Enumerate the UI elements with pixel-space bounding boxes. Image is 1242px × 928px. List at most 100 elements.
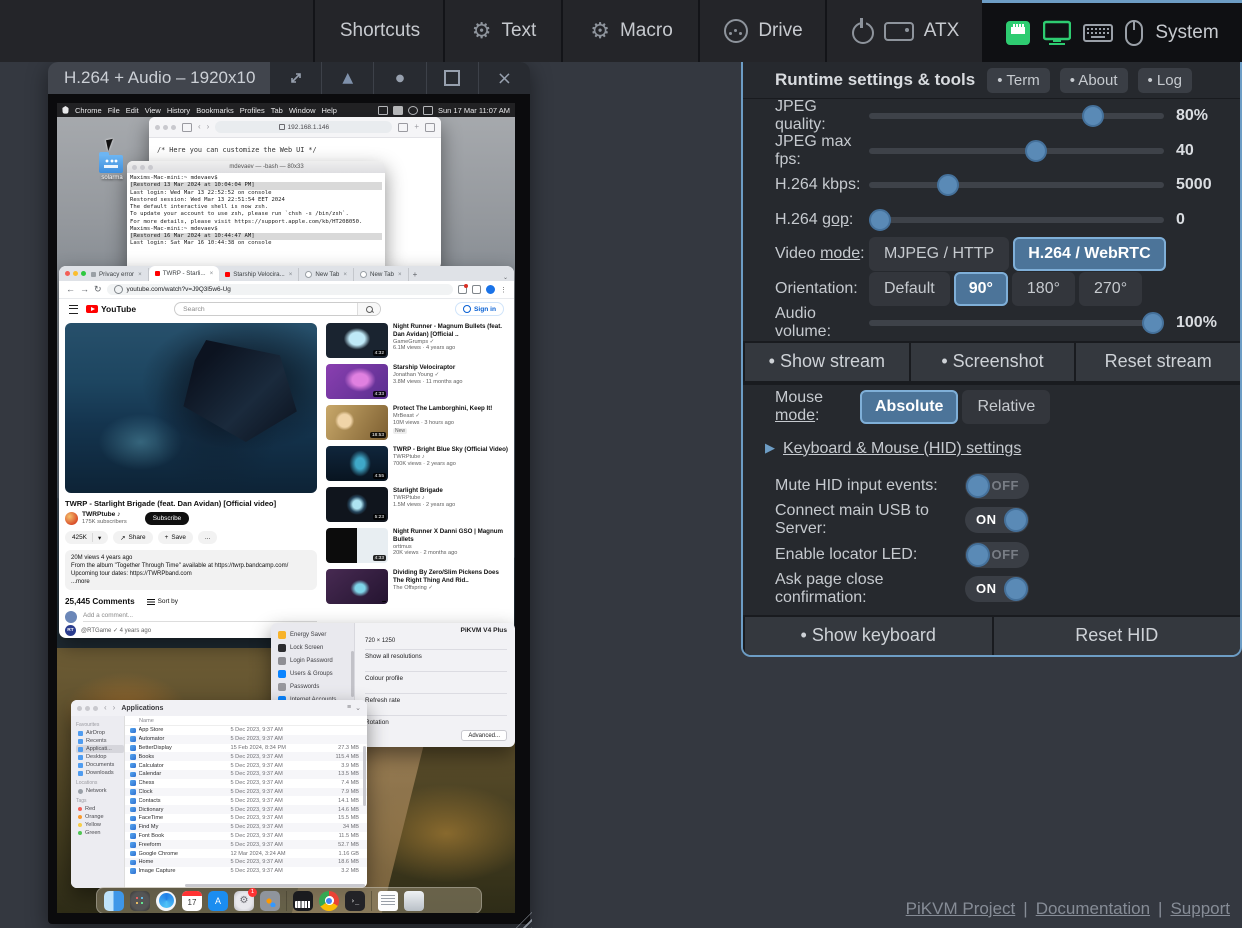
stream-close-button[interactable]: × <box>478 62 530 94</box>
orientation-option[interactable]: Default <box>869 272 950 306</box>
stream-action-button[interactable]: • Show stream <box>743 343 909 381</box>
youtube-comments-header: 25,445 Comments Sort by <box>65 597 178 606</box>
orientation-option[interactable]: 90° <box>954 272 1008 306</box>
forward-icon: → <box>80 285 89 294</box>
stream-action-button[interactable]: Reset stream <box>1074 343 1240 381</box>
slider-knob[interactable] <box>869 209 891 231</box>
commenter-meta: @RTGame ✓ 4 years ago <box>81 627 151 634</box>
menu-atx[interactable]: ATX <box>825 0 984 62</box>
menubar-menu-item: Bookmarks <box>196 106 234 115</box>
panel-header-buttons: • Term • About • Log <box>987 68 1192 93</box>
orientation-option[interactable]: 270° <box>1079 272 1142 306</box>
toggle-knob <box>966 543 990 567</box>
back-icon: ‹ <box>104 704 107 712</box>
orientation-option[interactable]: 180° <box>1012 272 1075 306</box>
video-duration: 18:53 <box>370 432 386 438</box>
audio-volume-knob[interactable] <box>1142 312 1164 334</box>
first-comment: RT @RTGame ✓ 4 years ago <box>65 625 151 636</box>
settings-sidebar-item: Energy Saver <box>271 628 354 641</box>
finder-sidebar-item: Network <box>76 787 124 795</box>
toggle-switch[interactable]: ON <box>965 507 1029 533</box>
atx-case-icon <box>884 22 914 41</box>
menu-system[interactable]: System <box>982 0 1242 62</box>
menubar-menu-item: Chrome <box>75 106 102 115</box>
stream-window-title[interactable]: H.264 + Audio – 1920x10 <box>48 62 270 94</box>
mouse-mode-option[interactable]: Absolute <box>860 390 958 424</box>
network-icon <box>78 789 83 794</box>
chrome-tab: TWRP - Starli... × <box>149 266 219 281</box>
finder-sidebar-item: Downloads <box>76 769 124 777</box>
remote-video-stream[interactable]: ChromeFileEditViewHistoryBookmarksProfil… <box>57 103 515 913</box>
stream-minimize-button[interactable]: ● <box>373 62 425 94</box>
video-mode-option[interactable]: H.264 / WebRTC <box>1013 237 1165 271</box>
finder-tag-item: Yellow <box>76 821 124 829</box>
menu-shortcuts[interactable]: Shortcuts <box>313 0 445 62</box>
channel-name: TWRPtube ♪ <box>82 511 127 519</box>
top-menu-bar: Shortcuts ⚙ Text ⚙ Macro Drive ATX <box>0 0 1242 62</box>
menu-drive[interactable]: Drive <box>698 0 827 62</box>
slider-track[interactable] <box>869 148 1164 154</box>
finder-file-row: Clock 5 Dec 2023, 9:37 AM 7.9 MB <box>125 788 367 797</box>
tab-favicon <box>360 271 367 278</box>
reload-icon: ↻ <box>94 285 102 294</box>
finder-file-row: Books 5 Dec 2023, 9:37 AM 115.4 MB <box>125 752 367 761</box>
video-duration: 4:55 <box>373 473 386 479</box>
toggle-switch[interactable]: ON <box>965 576 1029 602</box>
panel-header-chip-button[interactable]: • Log <box>1138 68 1192 93</box>
hid-action-button[interactable]: • Show keyboard <box>743 617 992 655</box>
pikvm-project-link[interactable]: PiKVM Project <box>906 899 1016 918</box>
new-badge: New <box>393 428 407 434</box>
youtube-description: 20M views 4 years agoFrom the album "Tog… <box>65 550 317 590</box>
terminal-line: Last login: Wed Mar 13 22:52:52 on conso… <box>130 190 382 197</box>
video-channel: TWRPtube ♪ <box>393 454 508 461</box>
support-link[interactable]: Support <box>1170 899 1230 918</box>
forward-icon: › <box>113 704 116 712</box>
stream-raise-button[interactable]: ▲ <box>321 62 373 94</box>
settings-item-icon <box>278 683 286 691</box>
stream-fullscreen-button[interactable] <box>270 62 321 94</box>
hid-action-button[interactable]: Reset HID <box>992 617 1241 655</box>
toggle-switch[interactable]: OFF <box>965 473 1029 499</box>
slider-track[interactable] <box>869 113 1164 119</box>
video-title: Night Runner X Danni GSO | Magnum Bullet… <box>393 528 510 544</box>
hid-settings-link[interactable]: Keyboard & Mouse (HID) settings <box>783 440 1021 458</box>
orange-tag-icon <box>78 815 82 819</box>
video-mode-option[interactable]: MJPEG / HTTP <box>869 237 1009 271</box>
documentation-link[interactable]: Documentation <box>1036 899 1150 918</box>
power-icon <box>852 22 874 44</box>
input-source-icon <box>393 106 403 115</box>
settings-row: Colour profile <box>365 671 507 682</box>
toggle-switch[interactable]: OFF <box>965 542 1029 568</box>
midi-keyboard-dock-icon <box>293 891 313 911</box>
mouse-mode-option[interactable]: Relative <box>962 390 1050 424</box>
menubar-clock: Sun 17 Mar 11:07 AM <box>438 106 510 115</box>
slider-knob[interactable] <box>1082 105 1104 127</box>
youtube-search-box: Search <box>174 302 381 316</box>
audio-volume-track[interactable] <box>869 320 1164 326</box>
launchpad-dock-icon <box>130 891 150 911</box>
app-icon <box>130 798 136 804</box>
menu-macro[interactable]: ⚙ Macro <box>561 0 700 62</box>
stream-maximize-button[interactable] <box>426 62 478 94</box>
slider-track[interactable] <box>869 217 1164 223</box>
menubar-menu-item: Help <box>322 106 337 115</box>
finder-list-header: Name <box>125 716 367 726</box>
slider-knob[interactable] <box>1025 140 1047 162</box>
finder-sidebar-item: Documents <box>76 761 124 769</box>
slider-knob[interactable] <box>937 174 959 196</box>
settings-scrollbar <box>351 651 354 697</box>
settings-sidebar-item: Users & Groups <box>271 667 354 680</box>
yellow-tag-icon <box>78 823 82 827</box>
add-comment-field: Add a comment... <box>83 612 317 622</box>
sidebar-toggle-icon <box>182 123 192 132</box>
chrome-tab: New Tab × <box>299 268 354 281</box>
system-settings-panel: Runtime settings & tools • Term• About• … <box>741 62 1242 657</box>
panel-header-chip-button[interactable]: • About <box>1060 68 1128 93</box>
panel-header-chip-button[interactable]: • Term <box>987 68 1049 93</box>
menu-text[interactable]: ⚙ Text <box>443 0 563 62</box>
shared-folder-icon <box>99 155 123 173</box>
stream-action-button[interactable]: • Screenshot <box>909 343 1075 381</box>
slider-track[interactable] <box>869 182 1164 188</box>
video-duration: 4:33 <box>373 555 386 561</box>
settings-resolution: 720 × 1250 <box>365 638 395 644</box>
